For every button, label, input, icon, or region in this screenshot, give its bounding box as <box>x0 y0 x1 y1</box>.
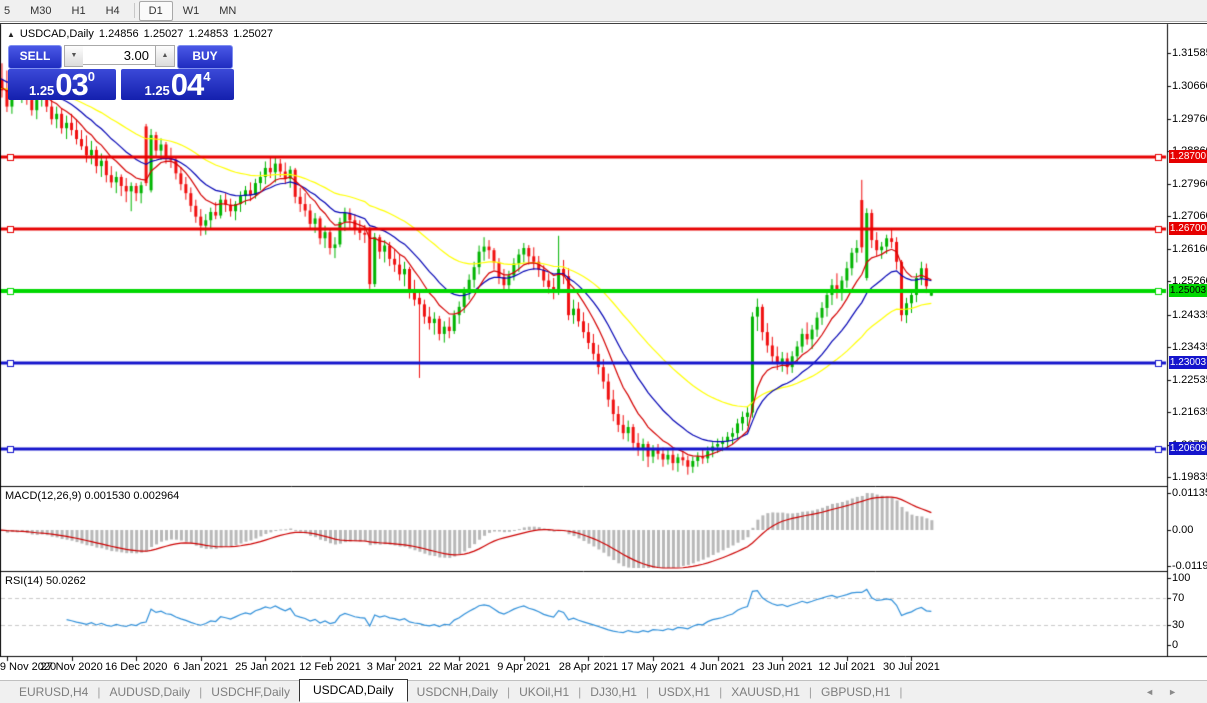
macd-label: MACD(12,26,9) 0.001530 0.002964 <box>5 490 179 502</box>
rsi-values: 50.0262 <box>45 575 86 587</box>
ohlc-open: 1.24856 <box>98 28 139 40</box>
chart-tab-bar: EURUSD,H4 | AUDUSD,Daily | USDCHF,Daily USDCA… <box>0 679 1207 703</box>
sell-button[interactable]: SELL <box>8 45 62 69</box>
chart-header: ▲ USDCAD,Daily 1.24856 1.25027 1.24853 1… <box>7 27 278 41</box>
tab-separator: | <box>899 685 903 699</box>
date-axis-label: 30 Jul 2021 <box>883 661 940 673</box>
price-axis-label: 1.30660 <box>1172 80 1207 93</box>
volume-increase-button[interactable]: ▲ <box>155 45 175 67</box>
price-axis-label: 1.22535 <box>1172 373 1207 386</box>
price-line-badge: 1.28700 <box>1169 150 1207 164</box>
chart-tab-ukoil-h1[interactable]: UKOil,H1 <box>510 682 578 702</box>
date-axis-label: 25 Jan 2021 <box>235 661 296 673</box>
chart-tab-usdcnh-daily[interactable]: USDCNH,Daily <box>408 682 507 702</box>
ohlc-close: 1.25027 <box>233 28 273 40</box>
price-line-badge: 1.26700 <box>1169 222 1207 236</box>
buy-price-pips: 04 <box>170 67 204 102</box>
date-axis-label: 12 Feb 2021 <box>299 661 361 673</box>
one-click-trading-panel: SELL ▼ ▲ BUY 1.25 03 0 1.25 04 4 <box>8 45 234 100</box>
rsi-name: RSI(14) <box>5 575 43 587</box>
rsi-axis-label: 0 <box>1172 639 1179 651</box>
price-line-badge: 1.23003 <box>1169 355 1207 369</box>
date-axis-label: 4 Jun 2021 <box>690 661 745 673</box>
panel-collapse-icon[interactable]: ▲ <box>7 30 15 39</box>
price-axis-label: 1.26160 <box>1172 242 1207 255</box>
price-axis-label: 1.19835 <box>1172 470 1207 483</box>
buy-price-display[interactable]: 1.25 04 4 <box>121 69 234 100</box>
price-axis-label: 1.31585 <box>1172 47 1207 59</box>
chart-tab-dj30-h1[interactable]: DJ30,H1 <box>581 682 646 702</box>
chart-tab-usdx-h1[interactable]: USDX,H1 <box>649 682 719 702</box>
sell-price-major: 1.25 <box>28 83 55 98</box>
chart-canvas[interactable] <box>0 0 1207 703</box>
chart-tab-usdchf-daily[interactable]: USDCHF,Daily <box>202 682 299 702</box>
tab-scroll-arrows: ◄► <box>1145 687 1191 697</box>
price-axis-label: 1.21635 <box>1172 406 1207 419</box>
volume-input[interactable] <box>83 45 155 65</box>
price-axis-label: 1.24335 <box>1172 308 1207 321</box>
macd-axis-label: 0.00 <box>1172 524 1194 536</box>
rsi-label: RSI(14) 50.0262 <box>5 575 86 587</box>
chart-title: USDCAD,Daily <box>19 28 94 40</box>
date-axis-label: 22 Mar 2021 <box>428 661 491 673</box>
rsi-axis-label: 30 <box>1172 619 1185 631</box>
volume-decrease-button[interactable]: ▼ <box>64 45 83 67</box>
chart-tab-gbpusd-h1[interactable]: GBPUSD,H1 <box>812 682 899 702</box>
chart-tab-usdcad-daily[interactable]: USDCAD,Daily <box>298 679 408 702</box>
buy-button[interactable]: BUY <box>177 45 233 69</box>
buy-price-major: 1.25 <box>144 83 170 98</box>
tab-scroll-left-icon[interactable]: ◄ <box>1145 687 1168 697</box>
macd-axis-label: 0.01135 <box>1172 487 1207 499</box>
chart-tab-audusd-daily[interactable]: AUDUSD,Daily <box>100 682 199 702</box>
macd-values: 0.001530 0.002964 <box>84 490 180 502</box>
ohlc-high: 1.25027 <box>143 28 184 40</box>
tab-scroll-right-icon[interactable]: ► <box>1168 687 1191 697</box>
buy-price-point: 4 <box>203 69 211 84</box>
date-axis-label: 16 Dec 2020 <box>104 661 168 673</box>
ohlc-low: 1.24853 <box>188 28 229 40</box>
sell-price-display[interactable]: 1.25 03 0 <box>8 69 116 100</box>
macd-axis-label: -0.011904 <box>1172 560 1207 572</box>
date-axis-label: 17 May 2021 <box>621 661 685 673</box>
price-line-badge: 1.25003 <box>1169 283 1207 297</box>
rsi-axis-label: 100 <box>1172 572 1191 584</box>
sell-price-point: 0 <box>87 69 96 84</box>
chart-tab-xauusd-h1[interactable]: XAUUSD,H1 <box>722 682 809 702</box>
price-axis-label: 1.23435 <box>1172 341 1207 354</box>
date-axis-label: 6 Jan 2021 <box>173 661 228 673</box>
date-axis-label: 28 Apr 2021 <box>558 661 619 673</box>
date-axis-label: 27 Nov 2020 <box>40 661 103 673</box>
rsi-axis-label: 70 <box>1172 592 1185 604</box>
macd-name: MACD(12,26,9) <box>5 490 82 502</box>
triangle-down-icon: ▼ <box>70 52 78 59</box>
sell-price-pips: 03 <box>55 67 88 102</box>
price-line-badge: 1.20609 <box>1169 442 1207 456</box>
price-axis-label: 1.29760 <box>1172 112 1207 125</box>
date-axis-label: 23 Jun 2021 <box>751 661 813 673</box>
triangle-up-icon: ▲ <box>161 52 169 59</box>
date-axis-label: 12 Jul 2021 <box>818 661 876 673</box>
date-axis-label: 3 Mar 2021 <box>366 661 423 673</box>
date-axis-label: 9 Apr 2021 <box>497 661 551 673</box>
price-axis-label: 1.27060 <box>1172 210 1207 223</box>
chart-tab-eurusd-h4[interactable]: EURUSD,H4 <box>10 682 97 702</box>
price-axis-label: 1.27960 <box>1172 177 1207 190</box>
